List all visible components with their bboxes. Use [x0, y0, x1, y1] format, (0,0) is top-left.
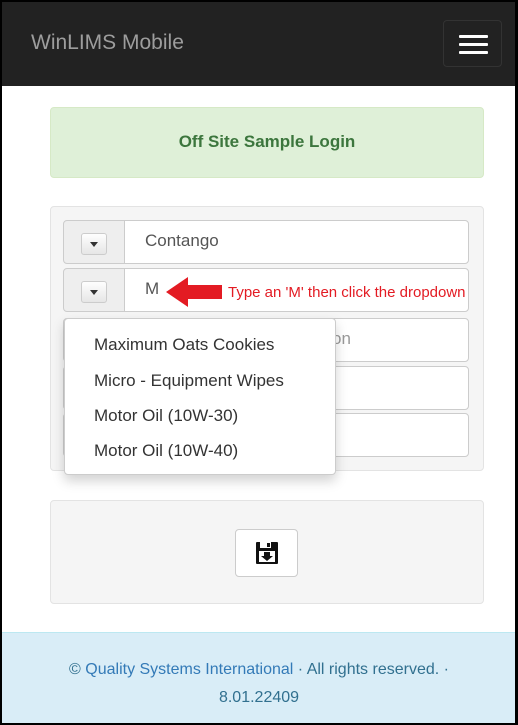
save-button[interactable]: [235, 529, 298, 577]
dropdown-option[interactable]: Maximum Oats Cookies: [94, 335, 274, 355]
annotation-text: Type an 'M' then click the dropdown: [228, 284, 466, 301]
product-dropdown-addon: [63, 268, 125, 312]
dropdown-option[interactable]: Motor Oil (10W-40): [94, 441, 238, 461]
hamburger-icon-bar: [459, 43, 488, 46]
company-link[interactable]: Quality Systems International: [85, 661, 293, 678]
client-field[interactable]: Contango: [124, 220, 469, 264]
dropdown-option[interactable]: Motor Oil (10W-30): [94, 406, 238, 426]
navbar: WinLIMS Mobile: [0, 0, 518, 86]
hamburger-icon-bar: [459, 51, 488, 54]
app-brand[interactable]: WinLIMS Mobile: [31, 31, 184, 55]
copyright-symbol: ©: [69, 661, 81, 678]
client-input-group: Contango: [63, 220, 469, 264]
footer: © Quality Systems International · All ri…: [0, 632, 518, 725]
dropdown-option[interactable]: Micro - Equipment Wipes: [94, 371, 284, 391]
page-title: Off Site Sample Login: [178, 132, 356, 151]
footer-copyright-line: © Quality Systems International · All ri…: [0, 661, 518, 679]
save-floppy-icon: [256, 542, 278, 564]
page-title-alert: Off Site Sample Login: [50, 107, 484, 178]
caret-down-icon[interactable]: [81, 233, 107, 255]
red-left-arrow-icon: [166, 277, 222, 307]
menu-toggle-button[interactable]: [443, 20, 502, 67]
rights-text: · All rights reserved. ·: [293, 661, 449, 678]
caret-down-icon[interactable]: [81, 281, 107, 303]
product-dropdown-menu: Maximum Oats Cookies Micro - Equipment W…: [64, 318, 336, 475]
version-text: 8.01.22409: [218, 689, 300, 706]
hamburger-icon: [459, 35, 488, 38]
client-dropdown-addon: [63, 220, 125, 264]
